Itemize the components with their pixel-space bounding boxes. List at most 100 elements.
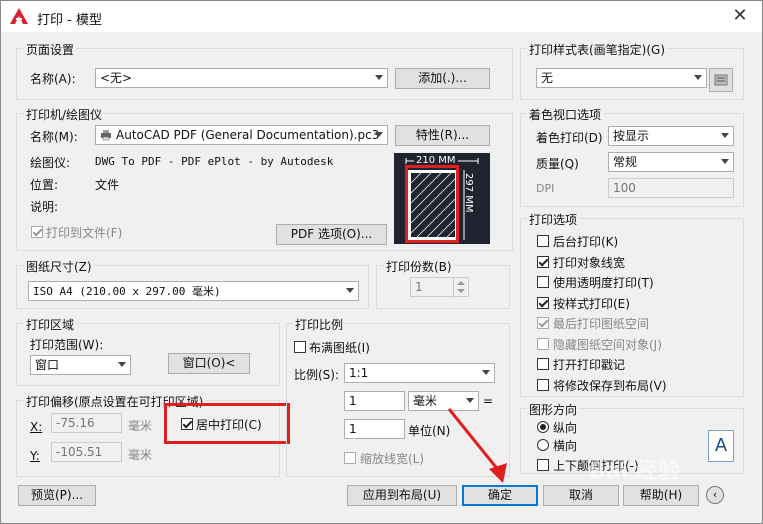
spin-arrows-icon[interactable] <box>453 278 468 298</box>
shade-plot-select[interactable]: 按显示 <box>608 126 734 146</box>
plot-option-label: 后台打印(K) <box>553 235 619 249</box>
plot-options-label: 打印选项 <box>527 211 580 228</box>
plot-option-checkbox[interactable] <box>537 235 549 247</box>
printer-properties-button[interactable]: 特性(R)... <box>395 125 490 146</box>
plot-style-select[interactable]: 无 <box>536 68 707 88</box>
print-dialog: 打印 - 模型 ✕ 页面设置 名称(A): <无> 添加(.)... 打印机/绘… <box>0 0 763 524</box>
center-plot-highlight-box <box>164 403 290 444</box>
portrait-label: 纵向 <box>553 421 578 435</box>
print-to-file-label: 打印到文件(F) <box>46 226 123 240</box>
printer-name-select[interactable]: AutoCAD PDF (General Documentation).pc3 <box>95 125 388 145</box>
offset-y-field[interactable]: -105.51 <box>51 442 122 462</box>
plot-range-select[interactable]: 窗口 <box>30 355 131 375</box>
chevron-down-icon <box>346 288 354 293</box>
portrait-radio[interactable] <box>537 421 549 433</box>
scale-mm-field[interactable]: 1 <box>344 391 405 411</box>
page-setup-name-label: 名称(A): <box>30 72 76 86</box>
plot-option-checkbox[interactable] <box>537 317 549 329</box>
orientation-label: 图形方向 <box>527 401 580 418</box>
shade-plot-label: 着色打印(D) <box>536 131 603 145</box>
chevron-down-icon <box>118 362 126 367</box>
printer-name-value: AutoCAD PDF (General Documentation).pc3 <box>116 128 380 142</box>
location-label: 位置: <box>30 178 59 192</box>
shade-plot-value: 按显示 <box>613 129 650 143</box>
plot-style-label: 打印样式表(画笔指定)(G) <box>527 41 668 58</box>
plot-option-label: 按样式打印(E) <box>553 296 630 311</box>
print-to-file-checkbox[interactable] <box>31 226 43 238</box>
quality-select[interactable]: 常规 <box>608 152 734 172</box>
edit-plot-style-button[interactable] <box>709 68 733 92</box>
description-label: 说明: <box>30 200 59 214</box>
scale-select[interactable]: 1:1 <box>344 363 495 383</box>
scale-units-field[interactable]: 1 <box>344 419 405 439</box>
autocad-logo-icon <box>10 8 28 24</box>
dpi-label: DPI <box>536 182 555 195</box>
preview-button[interactable]: 预览(P)... <box>18 485 96 506</box>
plotter-label: 绘图仪: <box>30 156 71 170</box>
paper-size-value: ISO A4 (210.00 x 297.00 毫米) <box>33 285 221 298</box>
plot-range-label: 打印范围(W): <box>30 338 104 352</box>
plotter-value: DWG To PDF - PDF ePlot - by Autodesk <box>95 155 334 168</box>
chevron-down-icon <box>482 370 490 375</box>
copies-value: 1 <box>415 280 423 294</box>
printer-name-label: 名称(M): <box>30 130 78 144</box>
plot-option-label: 将修改保存到布局(V) <box>553 378 667 393</box>
copies-label: 打印份数(B) <box>384 258 454 275</box>
scale-label: 比例(S): <box>294 368 340 382</box>
annotation-arrow-icon <box>447 408 507 483</box>
landscape-label: 横向 <box>553 439 578 453</box>
page-setup-name-select[interactable]: <无> <box>95 68 388 88</box>
plot-option-label: 打印对象线宽 <box>553 255 626 270</box>
chevron-down-icon <box>694 75 702 80</box>
chevron-down-icon <box>721 133 729 138</box>
plot-style-value: 无 <box>541 71 554 85</box>
upside-down-checkbox[interactable] <box>537 459 549 471</box>
scale-unit-value: 毫米 <box>413 394 438 408</box>
title-bar: 打印 - 模型 ✕ <box>1 1 762 32</box>
chevron-down-icon <box>375 132 383 137</box>
preview-height-label: 297 MM <box>463 173 474 213</box>
offset-x-label: X: <box>30 420 43 434</box>
page-setup-label: 页面设置 <box>24 41 77 58</box>
location-value: 文件 <box>95 178 120 192</box>
quality-label: 质量(Q) <box>536 157 579 171</box>
scale-lineweights-checkbox[interactable] <box>344 452 356 464</box>
plot-option-checkbox[interactable] <box>537 296 549 309</box>
orientation-preview-icon: A <box>708 430 734 462</box>
fit-to-paper-label: 布满图纸(I) <box>309 341 370 355</box>
plot-option-checkbox[interactable] <box>537 378 549 391</box>
plot-option-label: 隐藏图纸空间对象(J) <box>553 337 662 352</box>
plot-range-value: 窗口 <box>35 358 60 372</box>
dpi-field[interactable]: 100 <box>608 178 734 198</box>
plot-option-checkbox[interactable] <box>537 358 549 370</box>
cancel-button[interactable]: 取消 <box>543 485 619 506</box>
plot-option-checkbox[interactable] <box>537 255 549 268</box>
printer-icon <box>101 130 111 141</box>
offset-x-field[interactable]: -75.16 <box>51 413 122 433</box>
copies-stepper[interactable]: 1 <box>410 277 469 298</box>
collapse-options-icon[interactable]: ‹ <box>706 486 724 504</box>
paper-size-select[interactable]: ISO A4 (210.00 x 297.00 毫米) <box>28 281 359 301</box>
landscape-radio[interactable] <box>537 439 549 451</box>
plot-option-label: 使用透明度打印(T) <box>553 276 654 290</box>
close-icon[interactable]: ✕ <box>726 3 754 29</box>
plot-option-checkbox[interactable] <box>537 337 549 350</box>
fit-to-paper-checkbox[interactable] <box>294 341 306 353</box>
chevron-down-icon <box>375 75 383 80</box>
baidu-watermark: Bai 经验 <box>589 459 680 484</box>
window-title: 打印 - 模型 <box>37 13 102 28</box>
plot-option-label: 打开打印戳记 <box>553 358 626 372</box>
plot-scale-label: 打印比例 <box>293 316 346 333</box>
shaded-viewport-label: 着色视口选项 <box>527 106 604 123</box>
paper-highlight-box <box>405 165 459 243</box>
window-select-button[interactable]: 窗口(O)< <box>168 353 250 374</box>
plot-option-checkbox[interactable] <box>537 276 549 288</box>
help-button[interactable]: 帮助(H) <box>623 485 699 506</box>
pdf-options-button[interactable]: PDF 选项(O)... <box>276 224 387 245</box>
plot-area-label: 打印区域 <box>24 316 77 333</box>
scale-value: 1:1 <box>349 366 369 380</box>
printer-group-label: 打印机/绘图仪 <box>24 106 105 123</box>
plot-style-editor-icon <box>714 74 728 86</box>
add-page-setup-button[interactable]: 添加(.)... <box>395 68 490 89</box>
scale-lineweights-label: 缩放线宽(L) <box>360 452 425 466</box>
